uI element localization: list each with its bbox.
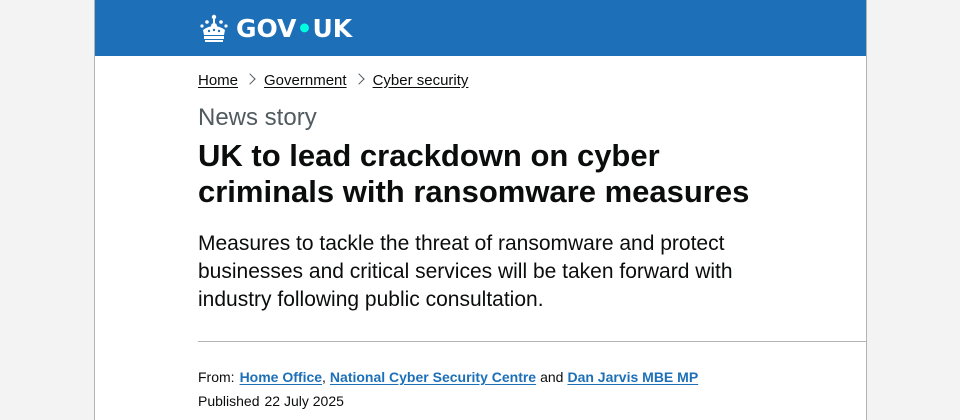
page-frame: GOV•UK Home Government Cyber security Ne… <box>94 0 867 420</box>
chevron-right-icon <box>244 73 256 85</box>
published-row: Published 22 July 2025 <box>198 391 846 411</box>
page-caption: News story <box>198 104 317 131</box>
section-divider <box>198 341 866 342</box>
published-label: Published <box>198 393 260 409</box>
published-date: 22 July 2025 <box>264 393 344 409</box>
site-header: GOV•UK <box>95 0 866 56</box>
chevron-right-icon <box>352 73 365 85</box>
org-link-dan-jarvis[interactable]: Dan Jarvis MBE MP <box>567 367 698 387</box>
govuk-logo-link[interactable]: GOV•UK <box>198 14 352 44</box>
metadata: From: Home Office, National Cyber Securi… <box>198 367 846 411</box>
breadcrumb-home[interactable]: Home <box>198 72 238 89</box>
page-title: UK to lead crackdown on cyber criminals … <box>198 138 750 209</box>
crown-icon <box>200 14 228 42</box>
breadcrumb: Home Government Cyber security <box>198 71 846 89</box>
lead-paragraph: Measures to tackle the threat of ransomw… <box>198 232 733 311</box>
from-row: From: Home Office, National Cyber Securi… <box>198 367 846 387</box>
org-link-ncsc[interactable]: National Cyber Security Centre <box>330 367 536 387</box>
logo-text-uk: UK <box>312 13 353 43</box>
logo-text-gov: GOV <box>236 13 297 43</box>
from-label: From: <box>198 369 235 385</box>
logo-dot: • <box>296 13 313 43</box>
comma-separator: , <box>322 369 326 385</box>
main-content: Home Government Cyber security News stor… <box>95 71 866 411</box>
logo-wordmark: GOV•UK <box>236 14 352 44</box>
and-separator: and <box>540 369 564 385</box>
breadcrumb-cyber-security[interactable]: Cyber security <box>373 72 469 89</box>
breadcrumb-government[interactable]: Government <box>264 72 347 89</box>
org-link-home-office[interactable]: Home Office <box>240 367 322 387</box>
